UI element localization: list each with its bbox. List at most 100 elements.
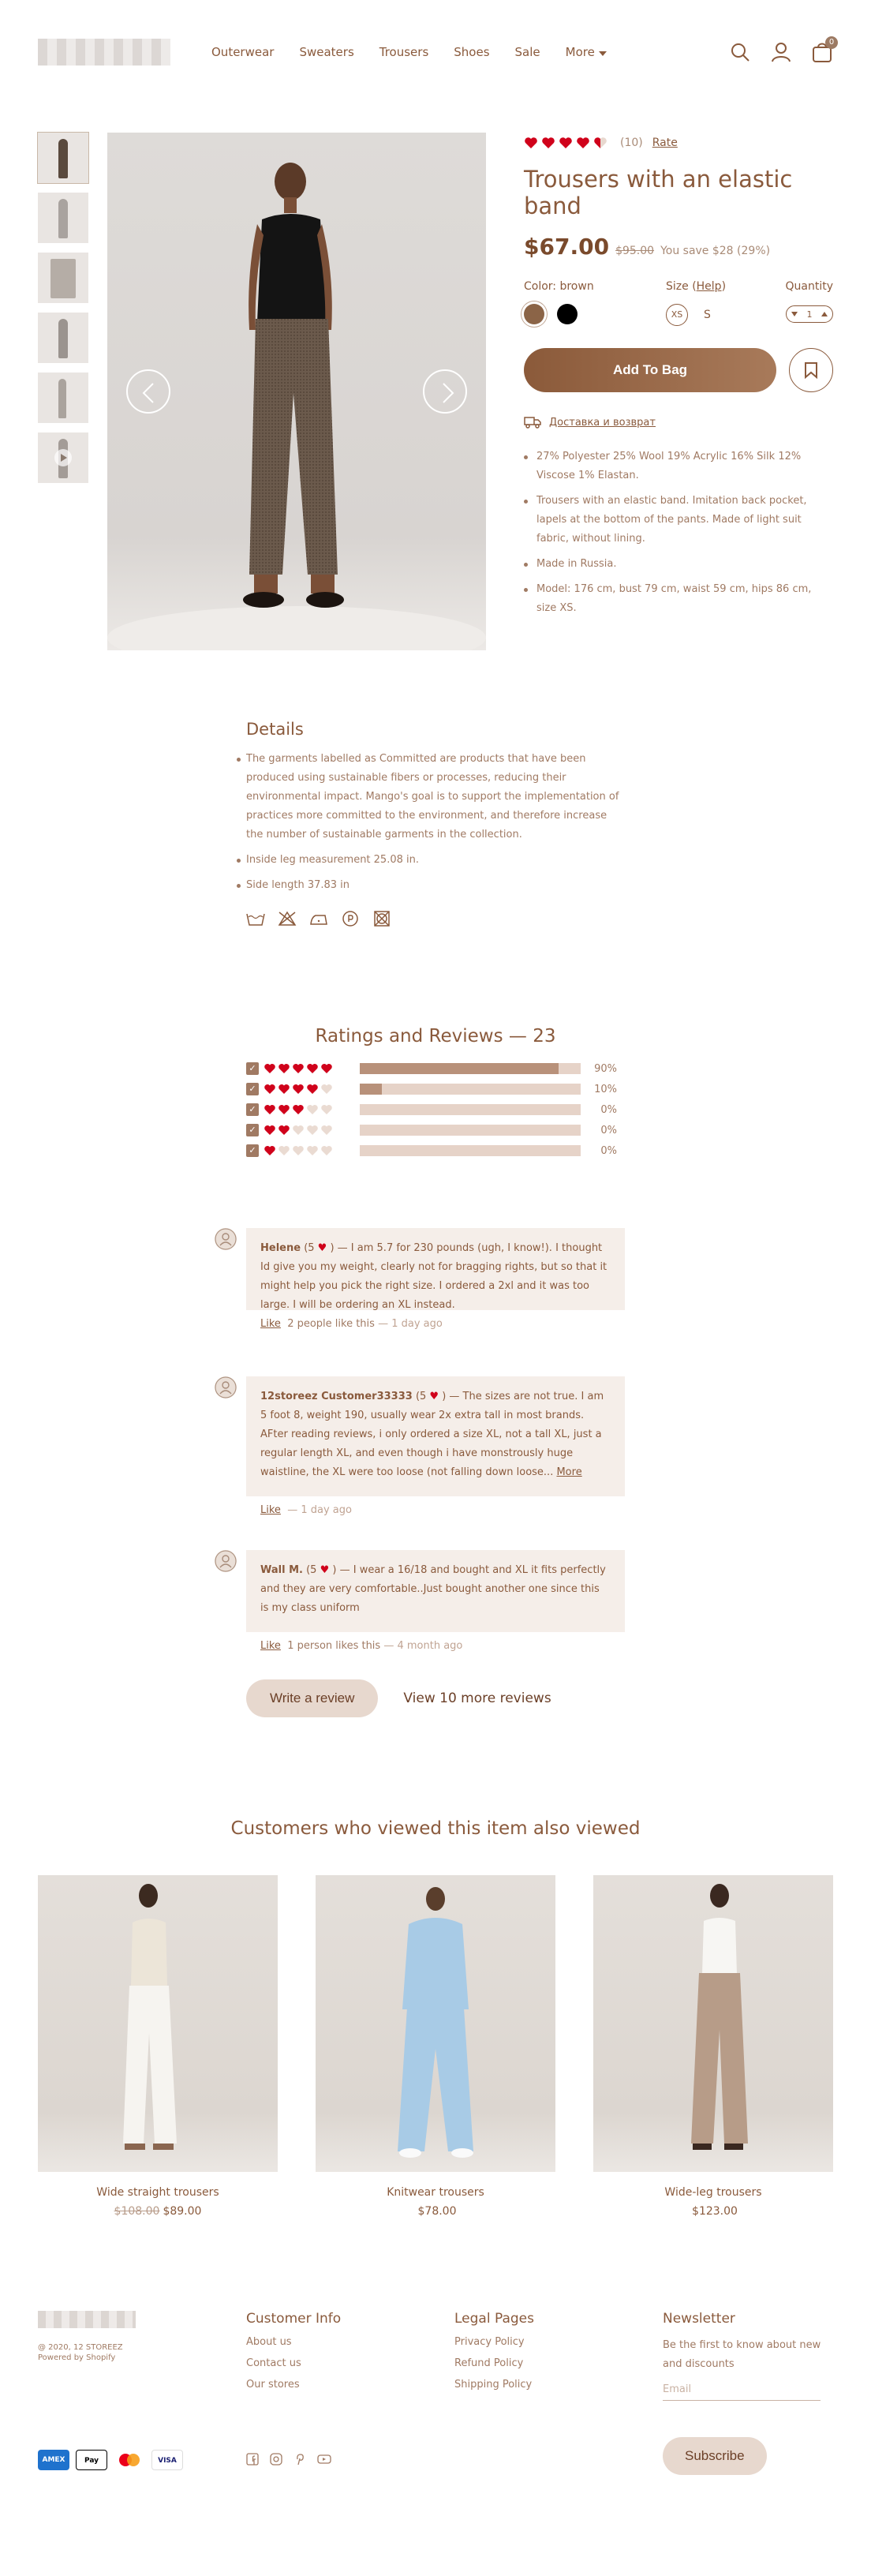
product-card-image[interactable] — [316, 1875, 555, 2172]
color-swatch-black[interactable] — [557, 304, 578, 324]
view-more-reviews-link[interactable]: View 10 more reviews — [403, 1690, 551, 1706]
email-field[interactable]: Email — [663, 2383, 821, 2401]
nav-outerwear[interactable]: Outerwear — [211, 45, 274, 59]
rate-link[interactable]: Rate — [652, 137, 678, 149]
size-option-s[interactable]: S — [704, 309, 711, 321]
rating-percent: 90% — [594, 1062, 617, 1075]
footer-heading: Customer Info — [246, 2311, 342, 2327]
account-icon[interactable] — [770, 41, 792, 63]
facebook-icon[interactable] — [246, 2453, 259, 2466]
pinterest-icon[interactable] — [293, 2453, 306, 2466]
more-link[interactable]: More — [556, 1466, 581, 1478]
check-icon[interactable]: ✓ — [246, 1103, 259, 1116]
social-icons — [246, 2453, 331, 2466]
next-image-button[interactable] — [423, 369, 467, 414]
amex-icon: AMEX — [38, 2450, 69, 2470]
footer-link-contact[interactable]: Contact us — [246, 2357, 420, 2369]
color-swatch-brown[interactable] — [524, 304, 544, 324]
chevron-down-icon — [598, 51, 607, 56]
thumbnail[interactable] — [38, 313, 88, 363]
also-viewed-title: Customers who viewed this item also view… — [230, 1818, 641, 1839]
rating-row[interactable]: ✓ 0% — [246, 1124, 625, 1136]
heart-filled-icon — [307, 1064, 318, 1073]
rating-row[interactable]: ✓ 0% — [246, 1144, 625, 1157]
details-section: Details The garments labelled as Committ… — [237, 720, 625, 927]
heart-empty-icon — [321, 1146, 332, 1155]
footer-link-privacy[interactable]: Privacy Policy — [454, 2336, 628, 2348]
rating-bar — [360, 1084, 581, 1095]
write-review-button[interactable]: Write a review — [246, 1679, 379, 1717]
check-icon[interactable]: ✓ — [246, 1124, 259, 1136]
product-card[interactable]: Wide-leg trousers $123.00 — [593, 1875, 833, 2218]
footer-link-about[interactable]: About us — [246, 2336, 420, 2348]
footer-heading: Newsletter — [663, 2311, 735, 2327]
increase-icon[interactable] — [821, 312, 828, 316]
size-label: Size (Help) — [666, 280, 784, 293]
nav-sale[interactable]: Sale — [515, 45, 540, 59]
product-card-name[interactable]: Wide-leg trousers — [593, 2186, 833, 2199]
check-icon[interactable]: ✓ — [246, 1062, 259, 1075]
product-title: Trousers with an elastic band — [524, 166, 793, 219]
quantity-label: Quantity — [785, 280, 834, 293]
youtube-icon[interactable] — [317, 2453, 331, 2466]
color-label: Color: brown — [524, 280, 594, 293]
nav-trousers[interactable]: Trousers — [379, 45, 429, 59]
review-card: Helene (5 ♥ ) — I am 5.7 for 230 pounds … — [215, 1228, 625, 1330]
rating-row[interactable]: ✓ 90% — [246, 1062, 625, 1075]
rating-bar-fill — [360, 1084, 382, 1095]
rating-count: (10) — [620, 137, 643, 149]
wishlist-button[interactable] — [789, 348, 833, 392]
product-card-image[interactable] — [38, 1875, 278, 2172]
newsletter-text: Be the first to know about new and disco… — [663, 2339, 821, 2370]
product-card-name[interactable]: Knitwear trousers — [316, 2186, 555, 2199]
nav-sweaters[interactable]: Sweaters — [299, 45, 353, 59]
footer-link-stores[interactable]: Our stores — [246, 2379, 420, 2391]
thumbnail[interactable] — [38, 193, 88, 243]
old-price: $95.00 — [615, 245, 655, 257]
footer-link-refund[interactable]: Refund Policy — [454, 2357, 628, 2369]
review-body: Wall M. (5 ♥ ) — I wear a 16/18 and boug… — [246, 1550, 625, 1632]
product-card[interactable]: Knitwear trousers $78.00 — [316, 1875, 555, 2218]
heart-filled-icon — [307, 1084, 318, 1094]
check-icon[interactable]: ✓ — [246, 1083, 259, 1095]
thumbnail[interactable] — [37, 132, 89, 184]
delivery-link[interactable]: Доставка и возврат — [524, 416, 833, 429]
search-icon[interactable] — [729, 41, 751, 63]
nav-shoes[interactable]: Shoes — [454, 45, 489, 59]
prev-image-button[interactable] — [126, 369, 170, 414]
nav-more[interactable]: More — [566, 45, 607, 59]
product-card-image[interactable] — [593, 1875, 833, 2172]
heart-rating — [264, 1144, 352, 1157]
decrease-icon[interactable] — [791, 312, 798, 316]
rating-bar — [360, 1104, 581, 1115]
product-card[interactable]: Wide straight trousers $108.00 $89.00 — [38, 1875, 278, 2218]
rating-row[interactable]: ✓ 10% — [246, 1083, 625, 1095]
like-button[interactable]: Like — [260, 1318, 281, 1330]
instagram-icon[interactable] — [270, 2453, 282, 2466]
product-card-name[interactable]: Wide straight trousers — [38, 2186, 278, 2199]
thumbnail[interactable] — [38, 253, 88, 303]
nav-more-label: More — [565, 45, 595, 59]
rating-bar — [360, 1145, 581, 1156]
video-thumbnail[interactable] — [38, 432, 88, 483]
add-to-bag-button[interactable]: Add To Bag — [524, 348, 776, 392]
check-icon[interactable]: ✓ — [246, 1144, 259, 1157]
rating-bar — [360, 1125, 581, 1136]
like-button[interactable]: Like — [260, 1640, 281, 1652]
user-avatar-icon — [215, 1550, 237, 1572]
like-button[interactable]: Like — [260, 1504, 281, 1516]
quantity-stepper[interactable]: 1 — [786, 305, 833, 323]
care-icons — [246, 911, 625, 927]
bookmark-icon — [805, 362, 817, 379]
size-help-link[interactable]: Help — [697, 280, 722, 293]
heart-filled-icon — [278, 1064, 290, 1073]
cart-icon[interactable]: 0 — [811, 36, 838, 63]
size-option-xs[interactable]: XS — [666, 304, 688, 326]
subscribe-button[interactable]: Subscribe — [663, 2437, 767, 2475]
thumbnail[interactable] — [38, 373, 88, 423]
footer-logo[interactable] — [38, 2311, 136, 2328]
store-logo[interactable] — [38, 39, 170, 66]
footer-link-shipping[interactable]: Shipping Policy — [454, 2379, 628, 2391]
details-item: The garments labelled as Committed are p… — [237, 750, 625, 844]
rating-row[interactable]: ✓ 0% — [246, 1103, 625, 1116]
